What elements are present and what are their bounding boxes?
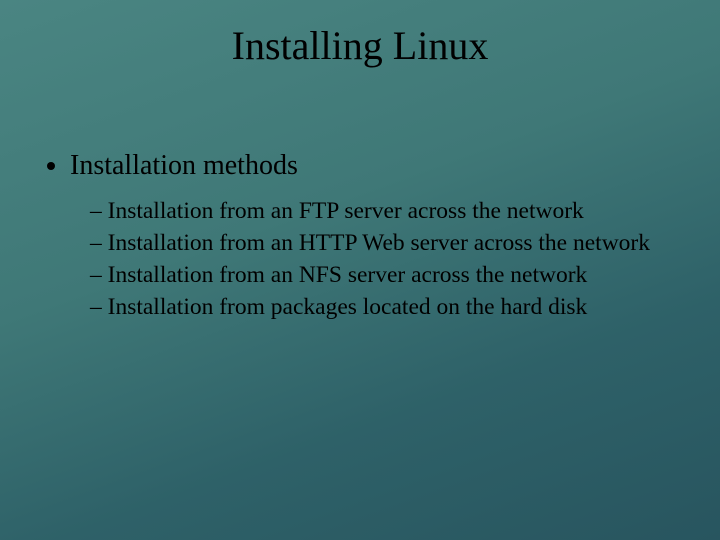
sub-bullet: Installation from an FTP server across t… <box>90 196 684 226</box>
sub-bullet: Installation from packages located on th… <box>90 292 684 322</box>
slide-body: Installation methods Installation from a… <box>36 150 684 332</box>
slide-title: Installing Linux <box>0 0 720 69</box>
sub-bullet: Installation from an NFS server across t… <box>90 260 684 290</box>
sub-bullet: Installation from an HTTP Web server acr… <box>90 228 684 258</box>
slide: Installing Linux Installation methods In… <box>0 0 720 540</box>
bullet-installation-methods: Installation methods Installation from a… <box>70 150 684 322</box>
bullet-label: Installation methods <box>70 150 298 181</box>
